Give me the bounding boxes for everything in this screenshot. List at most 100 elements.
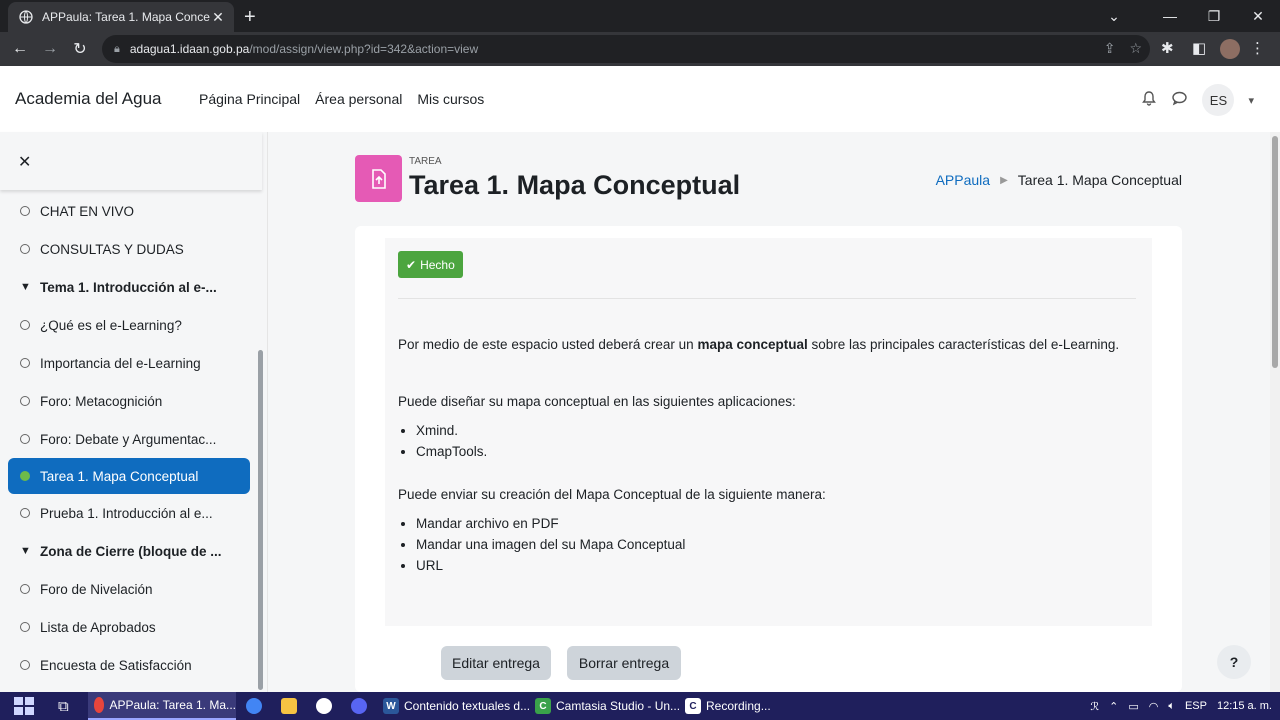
course-index-item[interactable]: Importancia del e-Learning (0, 344, 262, 382)
taskbar-discord-icon[interactable] (351, 692, 372, 720)
course-index-list: CHAT EN VIVO CONSULTAS Y DUDAS ▼ Tema 1. … (0, 192, 262, 684)
course-index-item[interactable]: CHAT EN VIVO (0, 192, 262, 230)
clock[interactable]: 12:15 a. m. (1217, 700, 1272, 712)
page-scrollbar[interactable] (1270, 132, 1280, 692)
minimize-icon[interactable]: — (1148, 0, 1192, 32)
task-view-icon[interactable]: ⧉ (58, 692, 69, 720)
course-index-item[interactable]: Prueba 1. Introducción al e... (0, 494, 262, 532)
course-index-item[interactable]: Encuesta de Satisfacción (0, 646, 262, 684)
course-index-item[interactable]: ¿Qué es el e-Learning? (0, 306, 262, 344)
edit-submission-button[interactable]: Editar entrega (441, 646, 551, 680)
taskbar-camtasia-window[interactable]: C Camtasia Studio - Un... (535, 692, 680, 720)
browser-tab[interactable]: APPaula: Tarea 1. Mapa Concept ✕ (8, 2, 234, 32)
help-button[interactable]: ? (1217, 645, 1251, 679)
language-indicator[interactable]: ESP (1185, 700, 1207, 712)
course-index-item[interactable]: CONSULTAS Y DUDAS (0, 230, 262, 268)
globe-icon (18, 9, 34, 25)
course-index-drawer: ✕ CHAT EN VIVO CONSULTAS Y DUDAS ▼ Tema 1… (0, 132, 268, 692)
course-index-section[interactable]: ▼ Zona de Cierre (bloque de ... (0, 532, 262, 570)
send-options-list: Mandar archivo en PDF Mandar una imagen … (416, 516, 685, 579)
taskbar-chrome-icon[interactable] (246, 692, 267, 720)
bookmark-star-icon[interactable]: ☆ (1129, 40, 1142, 57)
close-tab-icon[interactable]: ✕ (210, 9, 226, 26)
address-bar[interactable]: 🔒︎ adagua1.idaan.gob.pa/mod/assign/view.… (102, 35, 1150, 63)
messages-icon[interactable] (1171, 90, 1188, 111)
apps-list: Xmind. CmapTools. (416, 423, 487, 465)
taskbar-recording-window[interactable]: C Recording... (685, 692, 771, 720)
breadcrumb-course-link[interactable]: APPaula (936, 172, 990, 188)
check-icon: ✔ (406, 257, 417, 272)
browser-toolbar: ← → ↻ 🔒︎ adagua1.idaan.gob.pa/mod/assign… (0, 32, 1280, 66)
nav-link-my-courses[interactable]: Mis cursos (417, 91, 484, 107)
assignment-card: ✔ Hecho Por medio de este espacio usted … (355, 226, 1182, 692)
wifi-icon[interactable]: ◠ (1149, 700, 1159, 713)
recorder-icon: C (685, 698, 701, 714)
new-tab-icon[interactable]: + (244, 6, 256, 29)
list-item: Xmind. (416, 423, 487, 444)
chevron-right-icon: ▶ (1000, 174, 1008, 186)
course-index-section[interactable]: ▼ Tema 1. Introducción al e-... (0, 268, 262, 306)
course-index-item[interactable]: Foro: Metacognición (0, 382, 262, 420)
nav-link-dashboard[interactable]: Área personal (315, 91, 402, 107)
tab-search-icon[interactable]: ⌄ (1092, 0, 1136, 32)
battery-icon[interactable]: ▭ (1128, 700, 1138, 713)
taskbar-chrome-window[interactable]: APPaula: Tarea 1. Ma... (88, 692, 236, 720)
share-icon[interactable]: ⇪ (1104, 40, 1116, 57)
forward-icon[interactable]: → (38, 37, 62, 61)
apps-intro: Puede diseñar su mapa conceptual en las … (398, 394, 796, 409)
course-index-item[interactable]: Foro: Debate y Argumentac... (0, 420, 262, 458)
windows-taskbar: ⧉ APPaula: Tarea 1. Ma... W Contenido te… (0, 692, 1280, 720)
windows-start-icon[interactable] (14, 697, 34, 715)
completion-status-badge: ✔ Hecho (398, 251, 463, 278)
completion-circle-icon (20, 434, 30, 444)
main-content: TAREA Tarea 1. Mapa Conceptual APPaula ▶… (268, 132, 1270, 692)
taskbar-file-explorer-icon[interactable] (281, 692, 302, 720)
scrollbar-thumb[interactable] (1272, 136, 1278, 368)
url-host: adagua1.idaan.gob.pa (129, 42, 250, 56)
course-index-item[interactable]: Lista de Aprobados (0, 608, 262, 646)
word-icon: W (383, 698, 399, 714)
side-panel-icon[interactable]: ◧ (1192, 39, 1206, 57)
drawer-header: ✕ (0, 132, 262, 190)
tab-title: APPaula: Tarea 1. Mapa Concept (42, 10, 210, 24)
assignment-description: Por medio de este espacio usted deberá c… (398, 337, 1120, 352)
reload-icon[interactable]: ↻ (68, 37, 92, 61)
site-brand[interactable]: Academia del Agua (15, 89, 162, 109)
taskbar-word-window[interactable]: W Contenido textuales d... (383, 692, 530, 720)
volume-icon[interactable]: 🔈︎ (1168, 700, 1175, 713)
nav-link-home[interactable]: Página Principal (199, 91, 300, 107)
completion-circle-icon (20, 244, 30, 254)
list-item: URL (416, 558, 685, 579)
chrome-icon (94, 697, 105, 713)
notifications-bell-icon[interactable] (1141, 90, 1157, 111)
close-drawer-icon[interactable]: ✕ (18, 152, 31, 172)
extensions-icon[interactable]: ✱ (1161, 39, 1174, 57)
completion-circle-icon (20, 206, 30, 216)
course-index-item-active[interactable]: Tarea 1. Mapa Conceptual (8, 458, 250, 494)
people-icon[interactable]: ℛ (1090, 700, 1099, 713)
completion-circle-icon (20, 584, 30, 594)
completion-circle-icon (20, 622, 30, 632)
list-item: Mandar archivo en PDF (416, 516, 685, 537)
assignment-intro: ✔ Hecho Por medio de este espacio usted … (385, 238, 1152, 626)
completion-circle-icon (20, 660, 30, 670)
chevron-down-icon[interactable]: ▼ (20, 545, 31, 557)
profile-avatar[interactable] (1220, 39, 1240, 59)
restore-icon[interactable]: ❐ (1192, 0, 1236, 32)
close-window-icon[interactable]: ✕ (1236, 0, 1280, 32)
system-tray: ℛ ⌃ ▭ ◠ 🔈︎ ESP 12:15 a. m. (1090, 692, 1272, 720)
browser-menu-icon[interactable]: ⋮ (1250, 39, 1265, 57)
taskbar-photos-icon[interactable] (316, 692, 337, 720)
user-avatar[interactable]: ES (1202, 84, 1235, 116)
completion-circle-icon (20, 358, 30, 368)
chevron-down-icon[interactable]: ▼ (20, 281, 31, 293)
back-icon[interactable]: ← (8, 37, 32, 61)
assignment-icon (355, 155, 402, 202)
send-intro: Puede enviar su creación del Mapa Concep… (398, 487, 826, 502)
user-menu-chevron-icon[interactable]: ▾ (1248, 94, 1254, 107)
remove-submission-button[interactable]: Borrar entrega (567, 646, 681, 680)
chevron-up-icon[interactable]: ⌃ (1109, 700, 1118, 713)
drawer-scrollbar[interactable] (258, 350, 263, 690)
camtasia-icon: C (535, 698, 551, 714)
course-index-item[interactable]: Foro de Nivelación (0, 570, 262, 608)
